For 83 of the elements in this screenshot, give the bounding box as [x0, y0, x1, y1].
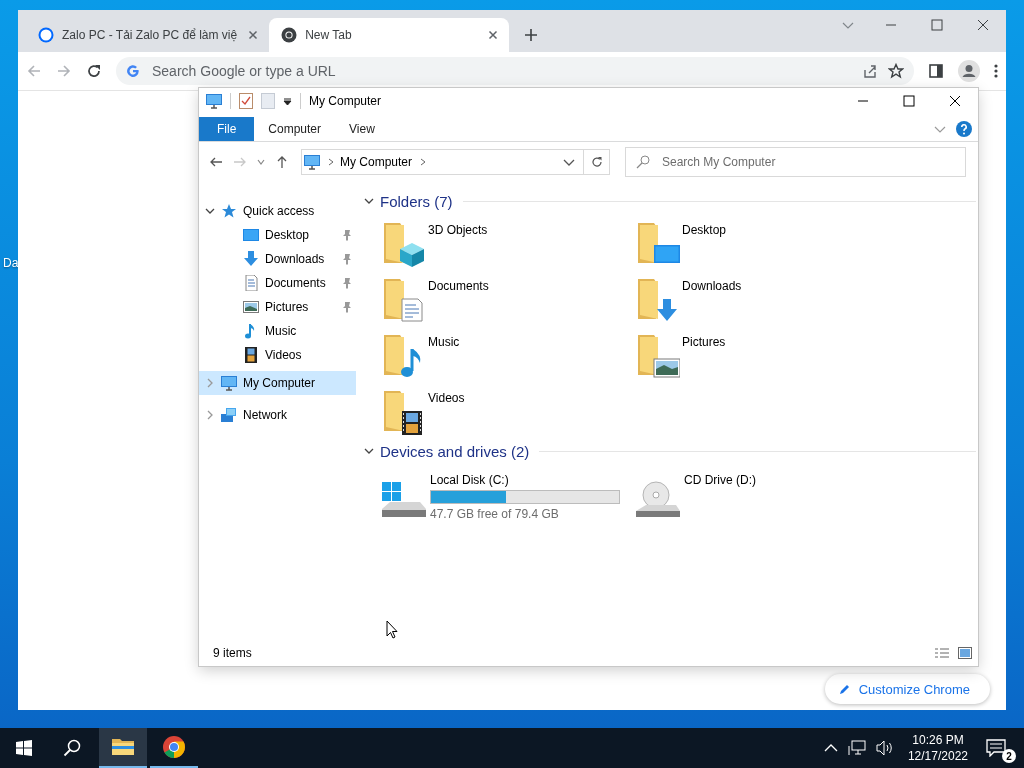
chevron-down-icon[interactable]: [364, 196, 374, 206]
close-icon[interactable]: [949, 95, 961, 107]
folder-tile[interactable]: 3D Objects: [378, 219, 632, 267]
drive-tile[interactable]: CD Drive (D:): [632, 469, 886, 517]
ribbon-tab[interactable]: View: [335, 117, 389, 141]
folder-tile[interactable]: Documents: [378, 275, 632, 323]
picture-icon: [243, 299, 259, 315]
message-icon: [986, 739, 1006, 757]
monitor-icon: [243, 227, 259, 243]
search-field[interactable]: Search My Computer: [625, 147, 966, 177]
folder-tile[interactable]: Music: [378, 331, 632, 379]
chevron-down-icon[interactable]: [205, 206, 215, 216]
nav-item[interactable]: Documents: [199, 271, 356, 295]
customize-chrome-button[interactable]: Customize Chrome: [824, 674, 990, 704]
film-icon: [243, 347, 259, 363]
google-g-icon: [126, 64, 140, 78]
close-icon[interactable]: [977, 19, 989, 31]
ribbon-tab[interactable]: File: [199, 117, 255, 141]
pencil-icon: [838, 683, 851, 695]
item-count: 9 items: [213, 646, 252, 660]
side-panel-icon[interactable]: [928, 63, 944, 79]
nav-item[interactable]: Quick access: [199, 199, 356, 223]
breadcrumb-chevron-icon[interactable]: [420, 158, 427, 166]
breadcrumb-chevron-icon: [328, 158, 334, 166]
up-arrow-icon[interactable]: [275, 155, 289, 169]
chevron-right-icon[interactable]: [205, 410, 215, 420]
share-icon[interactable]: [862, 63, 878, 79]
notification-count: 2: [1002, 749, 1016, 763]
desktop-icon-label[interactable]: Da: [3, 256, 19, 270]
computer-icon[interactable]: [206, 93, 222, 109]
menu-icon[interactable]: [994, 63, 998, 79]
section-header[interactable]: Devices and drives (2): [380, 442, 530, 460]
dropdown-caret-icon[interactable]: [283, 96, 292, 106]
back-arrow-icon[interactable]: [209, 155, 223, 169]
network-icon[interactable]: [847, 740, 866, 756]
nav-item[interactable]: Network: [199, 403, 356, 427]
nav-item[interactable]: Pictures: [199, 295, 356, 319]
nav-item[interactable]: Music: [199, 319, 356, 343]
browser-tab[interactable]: New Tab: [269, 18, 510, 52]
profile-avatar-icon[interactable]: [958, 60, 980, 82]
folder-tile[interactable]: Desktop: [632, 219, 886, 267]
computer-icon: [221, 375, 237, 391]
omnibox[interactable]: Search Google or type a URL: [116, 57, 914, 85]
volume-icon[interactable]: [875, 740, 894, 756]
window-title: My Computer: [309, 94, 383, 108]
clock[interactable]: 10:26 PM 12/17/2022: [907, 732, 968, 764]
large-icons-view-icon[interactable]: [958, 647, 972, 659]
ribbon-tab[interactable]: Computer: [254, 117, 336, 141]
folder-tile[interactable]: Pictures: [632, 331, 886, 379]
cursor-icon: [386, 620, 398, 639]
browser-tab[interactable]: Zalo PC - Tải Zalo PC để làm việ: [26, 18, 270, 52]
refresh-icon: [590, 156, 603, 168]
nav-item[interactable]: Downloads: [199, 247, 356, 271]
chrome-logo-icon: [162, 735, 186, 759]
taskbar-app[interactable]: [99, 728, 147, 768]
search-icon: [636, 155, 650, 169]
star-icon: [221, 203, 237, 219]
star-icon[interactable]: [888, 63, 904, 79]
maximize-icon[interactable]: [903, 95, 915, 107]
new-tab-plus-icon[interactable]: [523, 27, 540, 43]
recent-caret-icon[interactable]: [257, 158, 265, 166]
refresh-button[interactable]: [584, 149, 610, 175]
document-icon: [243, 275, 259, 291]
address-bar[interactable]: My Computer: [301, 149, 584, 175]
network-icon: [221, 407, 237, 423]
help-icon[interactable]: [956, 121, 972, 137]
search-icon[interactable]: [63, 739, 81, 757]
nav-item[interactable]: Videos: [199, 343, 356, 367]
folder-tile[interactable]: Videos: [378, 387, 632, 435]
chevron-down-icon[interactable]: [364, 446, 374, 456]
windows-start-icon[interactable]: [16, 740, 32, 756]
nav-item[interactable]: My Computer: [199, 371, 356, 395]
chrome-logo-icon: [281, 27, 298, 43]
notification-button[interactable]: 2: [986, 733, 1016, 763]
breadcrumb-item[interactable]: My Computer: [340, 155, 413, 169]
down-arrow-icon: [243, 251, 259, 267]
computer-icon: [304, 154, 322, 170]
reload-icon[interactable]: [86, 63, 102, 79]
properties-checklist-icon[interactable]: [239, 93, 253, 109]
address-field[interactable]: Search Google or type a URL: [150, 62, 852, 80]
nav-item[interactable]: Desktop: [199, 223, 356, 247]
section-header[interactable]: Folders (7): [380, 192, 453, 210]
folder-tile[interactable]: Downloads: [632, 275, 886, 323]
